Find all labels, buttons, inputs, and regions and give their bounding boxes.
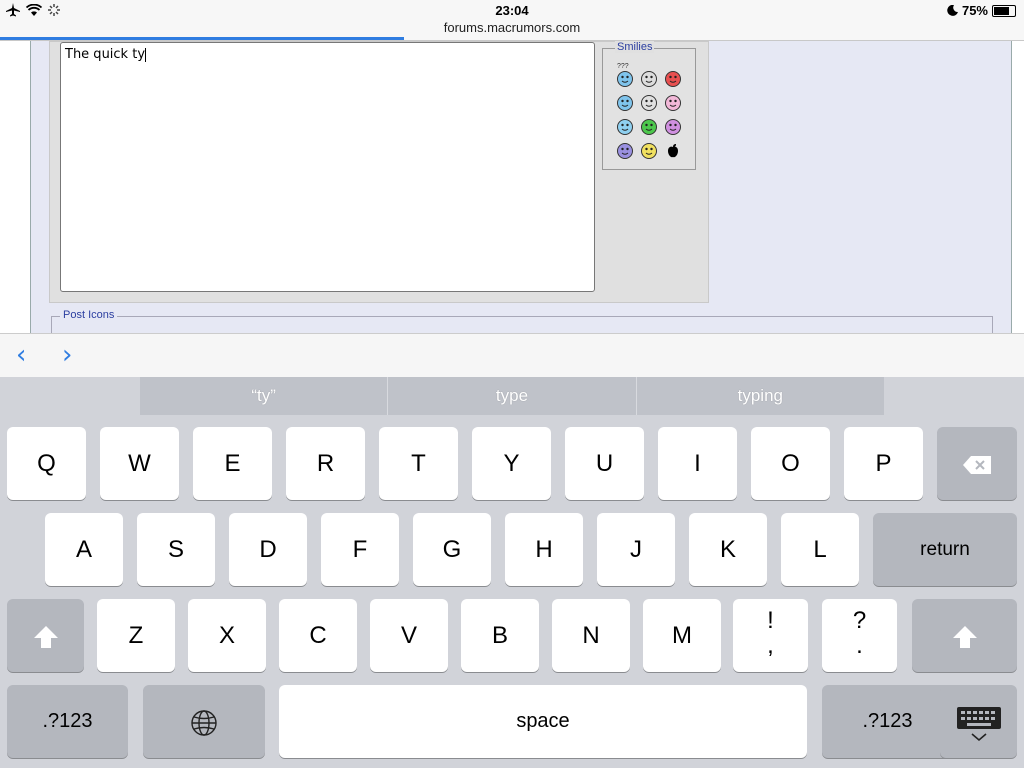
message-editor: The quick ty Smilies ??? xyxy=(49,41,709,303)
backspace-key[interactable] xyxy=(937,427,1017,500)
web-page: The quick ty Smilies ??? Post Icons xyxy=(0,41,1024,333)
key-b[interactable]: B xyxy=(461,599,539,672)
shift-icon xyxy=(952,625,977,648)
confused-smiley[interactable] xyxy=(617,71,633,87)
battery-fill xyxy=(994,6,1009,15)
key-s[interactable]: S xyxy=(137,513,215,586)
smile-smiley[interactable] xyxy=(641,143,657,159)
question-period-key[interactable]: ?. xyxy=(822,599,897,672)
globe-icon xyxy=(191,709,217,736)
forum-content: The quick ty Smilies ??? Post Icons xyxy=(30,41,1012,333)
globe-key[interactable] xyxy=(143,685,265,758)
question-label: ? xyxy=(852,607,867,634)
key-m[interactable]: M xyxy=(643,599,721,672)
form-assistant-bar: ‹ › xyxy=(0,333,1024,378)
smiley-caption: ??? xyxy=(617,63,629,70)
comma-label: , xyxy=(767,632,774,659)
key-e[interactable]: E xyxy=(193,427,272,500)
key-f[interactable]: F xyxy=(321,513,399,586)
status-time: 23:04 xyxy=(495,3,529,18)
key-y[interactable]: Y xyxy=(472,427,551,500)
post-icons-fieldset: Post Icons xyxy=(51,309,993,333)
shift-right-key[interactable] xyxy=(912,599,1017,672)
space-key[interactable]: space xyxy=(279,685,807,758)
key-h[interactable]: H xyxy=(505,513,583,586)
suggestion-1[interactable]: “ty” xyxy=(140,377,389,415)
previous-field-button[interactable]: ‹ xyxy=(16,340,26,370)
frown-smiley[interactable] xyxy=(617,143,633,159)
battery-icon xyxy=(992,4,1016,17)
mad-smiley[interactable] xyxy=(665,71,681,87)
key-l[interactable]: L xyxy=(781,513,859,586)
key-i[interactable]: I xyxy=(658,427,737,500)
key-k[interactable]: K xyxy=(689,513,767,586)
exclamation-label: ! xyxy=(767,607,774,634)
moon-icon xyxy=(947,5,958,16)
shift-left-key[interactable] xyxy=(7,599,84,672)
cool-smiley[interactable] xyxy=(641,95,657,111)
shift-icon xyxy=(33,625,58,648)
tongue-smiley[interactable] xyxy=(665,95,681,111)
page-load-progress xyxy=(0,37,405,40)
key-a[interactable]: A xyxy=(45,513,123,586)
apple-logo[interactable] xyxy=(665,143,681,159)
key-z[interactable]: Z xyxy=(97,599,175,672)
status-bar: 23:04 75% forums.macrumors.com xyxy=(0,0,1024,41)
post-icons-legend: Post Icons xyxy=(60,309,118,321)
key-j[interactable]: J xyxy=(597,513,675,586)
key-x[interactable]: X xyxy=(188,599,266,672)
period-label: . xyxy=(856,632,863,659)
message-text: The quick ty xyxy=(65,47,146,62)
predictive-bar: “ty” type typing xyxy=(140,377,884,415)
text-caret xyxy=(145,47,147,62)
key-n[interactable]: N xyxy=(552,599,630,672)
eek-smiley[interactable] xyxy=(641,71,657,87)
exclamation-comma-key[interactable]: !, xyxy=(733,599,808,672)
next-field-button[interactable]: › xyxy=(62,340,72,370)
backspace-icon xyxy=(963,455,991,474)
key-o[interactable]: O xyxy=(751,427,830,500)
key-v[interactable]: V xyxy=(370,599,448,672)
return-key[interactable]: return xyxy=(873,513,1017,586)
key-q[interactable]: Q xyxy=(7,427,86,500)
suggestion-2[interactable]: type xyxy=(388,377,637,415)
key-w[interactable]: W xyxy=(100,427,179,500)
pink-smiley[interactable] xyxy=(665,119,681,135)
key-r[interactable]: R xyxy=(286,427,365,500)
rolleyes-smiley[interactable] xyxy=(617,95,633,111)
key-p[interactable]: P xyxy=(844,427,923,500)
battery-percent: 75% xyxy=(961,3,988,18)
numbers-left-key[interactable]: .?123 xyxy=(7,685,128,758)
grin-smiley[interactable] xyxy=(641,119,657,135)
wink-smiley[interactable] xyxy=(617,119,633,135)
key-t[interactable]: T xyxy=(379,427,458,500)
smilies-legend: Smilies xyxy=(615,41,655,53)
address-bar[interactable]: forums.macrumors.com xyxy=(0,20,1024,35)
hide-keyboard-icon xyxy=(956,706,1001,741)
numbers-right-key[interactable]: .?123 xyxy=(822,685,953,758)
key-g[interactable]: G xyxy=(413,513,491,586)
hide-keyboard-key[interactable] xyxy=(940,685,1017,758)
key-u[interactable]: U xyxy=(565,427,644,500)
suggestion-3[interactable]: typing xyxy=(637,377,884,415)
status-right: 75% xyxy=(947,3,1016,18)
onscreen-keyboard: “ty” type typing Q W E R T Y U I O P A S D F G H J K Lretu… xyxy=(0,377,1024,768)
smilies-panel: Smilies ??? xyxy=(602,41,696,170)
message-textarea[interactable]: The quick ty xyxy=(60,42,595,292)
key-c[interactable]: C xyxy=(279,599,357,672)
key-d[interactable]: D xyxy=(229,513,307,586)
